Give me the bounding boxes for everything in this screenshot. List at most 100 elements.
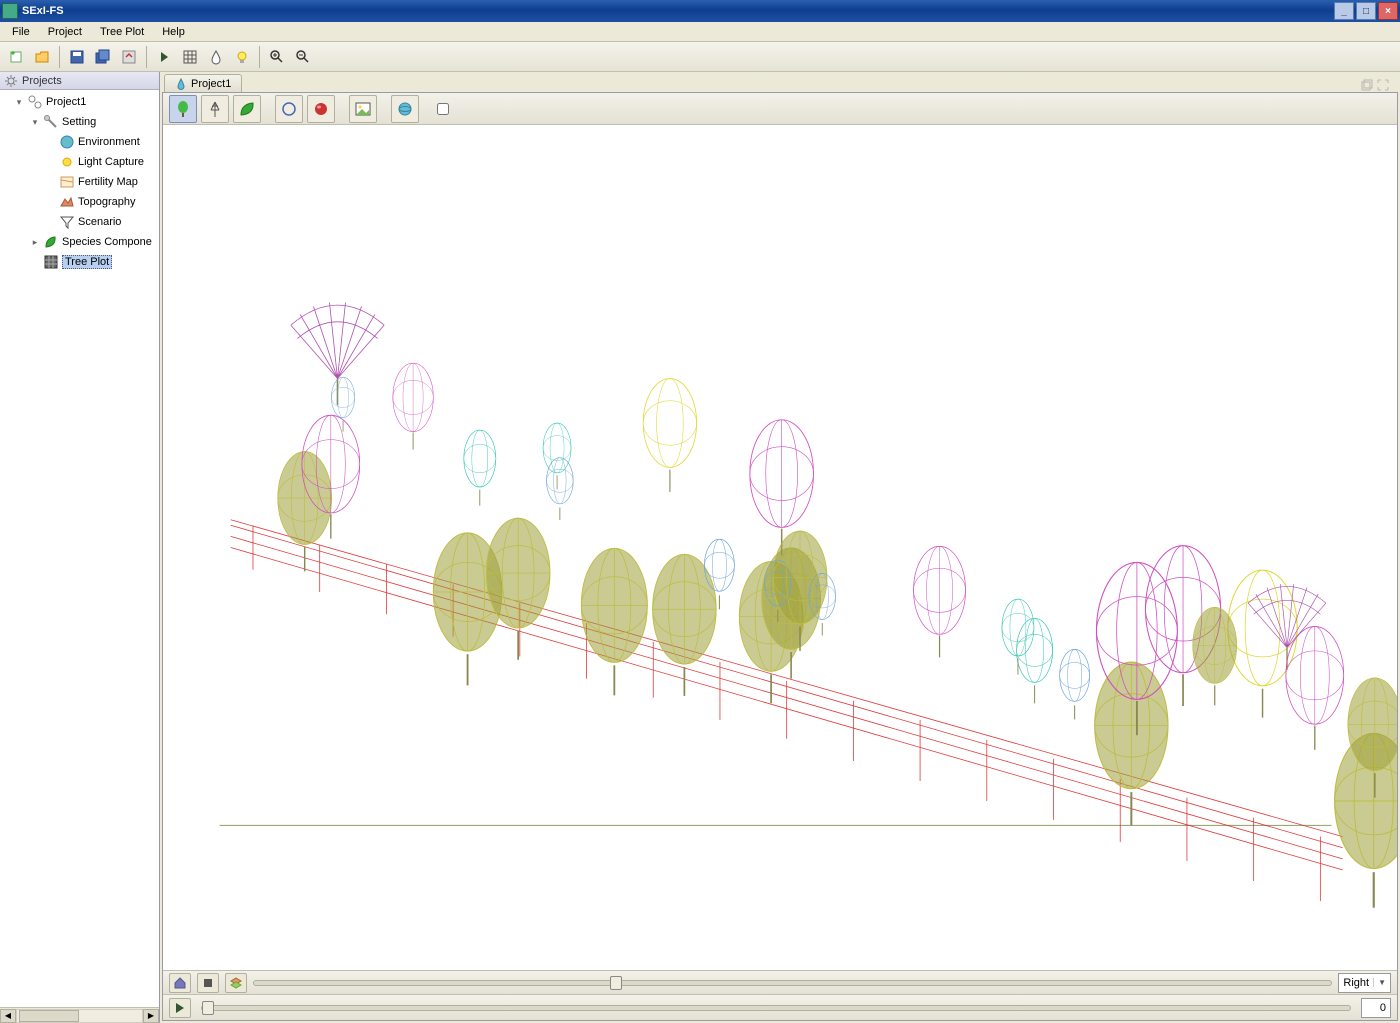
window-title: SExI-FS (22, 5, 1334, 17)
view-slider-bar: Right ▼ (163, 970, 1397, 994)
menu-project[interactable]: Project (40, 24, 90, 40)
fit-button[interactable] (197, 973, 219, 993)
menu-file[interactable]: File (4, 24, 38, 40)
zoom-slider[interactable] (253, 980, 1332, 986)
run-button[interactable] (152, 45, 176, 69)
zoom-out-button[interactable] (291, 45, 315, 69)
scroll-thumb[interactable] (19, 1010, 79, 1022)
editor-area: Project1 (160, 72, 1400, 1023)
home-view-button[interactable] (169, 973, 191, 993)
leaf-icon (238, 100, 256, 118)
node-label: Topography (78, 196, 136, 208)
drop-icon (208, 49, 224, 65)
tree-node-topography[interactable]: Topography (2, 192, 157, 212)
light-button[interactable] (230, 45, 254, 69)
save-button[interactable] (65, 45, 89, 69)
sphere-button[interactable] (307, 95, 335, 123)
tree-wire-icon (206, 100, 224, 118)
3d-viewport[interactable] (163, 125, 1397, 970)
wrench-icon (43, 114, 59, 130)
zoom-out-icon (295, 49, 311, 65)
frame-number[interactable]: 0 (1361, 998, 1391, 1018)
node-label: Scenario (78, 216, 121, 228)
expand-icon[interactable]: ▸ (30, 237, 40, 248)
tree-node-light-capture[interactable]: Light Capture (2, 152, 157, 172)
scroll-right-button[interactable]: ▶ (143, 1009, 159, 1023)
water-button[interactable] (204, 45, 228, 69)
restore-icon[interactable] (1360, 78, 1374, 92)
timeline-thumb[interactable] (202, 1001, 214, 1015)
save-all-button[interactable] (91, 45, 115, 69)
editor-body: Right ▼ 0 (162, 92, 1398, 1021)
zoom-in-button[interactable] (265, 45, 289, 69)
toggle-checkbox[interactable] (437, 103, 449, 115)
timeline-bar: 0 (163, 994, 1397, 1020)
map-icon (59, 174, 75, 190)
scroll-left-button[interactable]: ◀ (0, 1009, 16, 1023)
bulb-icon (234, 49, 250, 65)
scroll-track[interactable] (16, 1009, 143, 1023)
folder-icon (34, 49, 50, 65)
play-icon (156, 49, 172, 65)
maximize-view-icon[interactable] (1376, 78, 1390, 92)
new-project-button[interactable] (4, 45, 28, 69)
view-direction-combo[interactable]: Right ▼ (1338, 973, 1391, 993)
sparkle-icon (8, 49, 24, 65)
snapshot-button[interactable] (349, 95, 377, 123)
menu-tree-plot[interactable]: Tree Plot (92, 24, 152, 40)
tree-node-project[interactable]: ▾ Project1 (2, 92, 157, 112)
expand-icon[interactable]: ▾ (14, 97, 24, 108)
node-label: Environment (78, 136, 140, 148)
leaf-button[interactable] (233, 95, 261, 123)
main-toolbar (0, 42, 1400, 72)
tree-shape-icon (174, 100, 192, 118)
terrain-icon (59, 194, 75, 210)
panel-header: Projects (0, 72, 159, 90)
toolbar-separator (146, 46, 147, 68)
app-icon (2, 3, 18, 19)
minimize-button[interactable]: _ (1334, 2, 1354, 20)
combo-value: Right (1343, 977, 1369, 989)
sun-icon (59, 154, 75, 170)
leaf-icon (43, 234, 59, 250)
play-icon (174, 1002, 186, 1014)
menubar: File Project Tree Plot Help (0, 22, 1400, 42)
node-label: Species Compone (62, 236, 152, 248)
square-icon (201, 976, 215, 990)
tree-node-environment[interactable]: Environment (2, 132, 157, 152)
circle-button[interactable] (275, 95, 303, 123)
timeline-slider[interactable] (201, 1005, 1351, 1011)
play-timeline-button[interactable] (169, 998, 191, 1018)
editor-tab-project1[interactable]: Project1 (164, 74, 242, 92)
export-button[interactable] (117, 45, 141, 69)
layers-button[interactable] (225, 973, 247, 993)
gears-icon (27, 94, 43, 110)
panel-h-scrollbar[interactable]: ◀ ▶ (0, 1007, 159, 1023)
project-tree[interactable]: ▾ Project1 ▾ Setting Environment Light C… (0, 90, 159, 1007)
tree-node-scenario[interactable]: Scenario (2, 212, 157, 232)
node-label: Project1 (46, 96, 86, 108)
editor-tabs: Project1 (160, 72, 1400, 92)
open-button[interactable] (30, 45, 54, 69)
tree-node-fertility-map[interactable]: Fertility Map (2, 172, 157, 192)
gear-icon (4, 74, 18, 88)
home-icon (173, 976, 187, 990)
close-button[interactable]: × (1378, 2, 1398, 20)
drop-icon (175, 78, 187, 90)
tree-wire-button[interactable] (201, 95, 229, 123)
tab-label: Project1 (191, 78, 231, 90)
funnel-icon (59, 214, 75, 230)
menu-help[interactable]: Help (154, 24, 193, 40)
tree-node-setting[interactable]: ▾ Setting (2, 112, 157, 132)
slider-thumb[interactable] (610, 976, 622, 990)
globe-button[interactable] (391, 95, 419, 123)
tree-solid-button[interactable] (169, 95, 197, 123)
toolbar-separator (259, 46, 260, 68)
tree-node-tree-plot[interactable]: Tree Plot (2, 252, 157, 272)
maximize-button[interactable]: □ (1356, 2, 1376, 20)
zoom-in-icon (269, 49, 285, 65)
expand-icon[interactable]: ▾ (30, 117, 40, 128)
tree-node-species[interactable]: ▸ Species Compone (2, 232, 157, 252)
editor-toolbar (163, 93, 1397, 125)
grid-button[interactable] (178, 45, 202, 69)
